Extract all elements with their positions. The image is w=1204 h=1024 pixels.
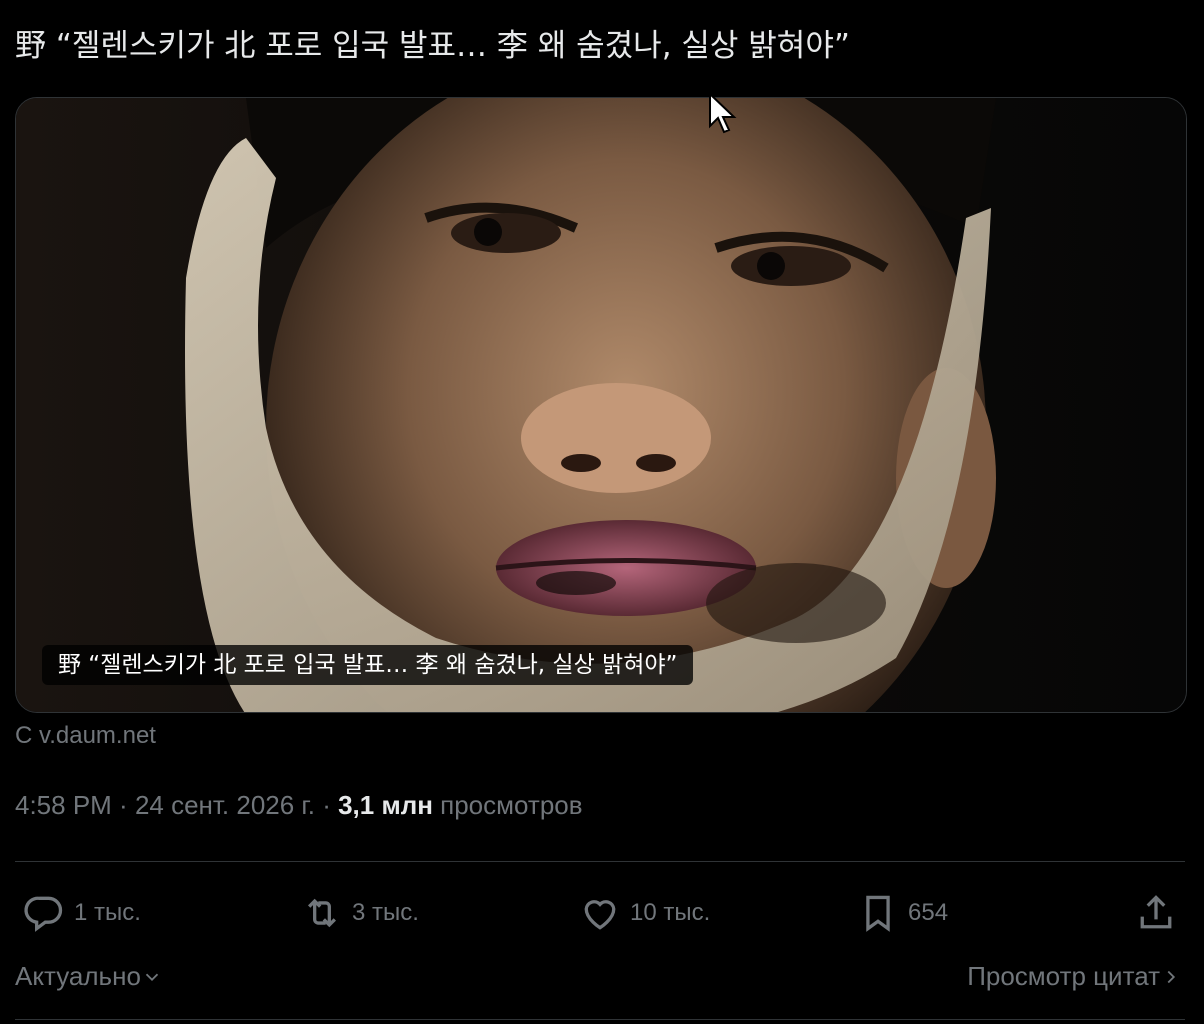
tweet-date[interactable]: 24 сент. 2026 г. xyxy=(135,790,315,820)
retweet-icon xyxy=(307,898,337,928)
tweet-meta: 4:58 PM · 24 сент. 2026 г. · 3,1 млн про… xyxy=(15,790,583,821)
link-card[interactable]: 野 “젤렌스키가 北 포로 입국 발표… 李 왜 숨겼나, 실상 밝혀야” xyxy=(15,97,1187,713)
reply-button[interactable]: 1 тыс. xyxy=(22,885,141,941)
card-caption: 野 “젤렌스키가 北 포로 입국 발표… 李 왜 숨겼나, 실상 밝혀야” xyxy=(42,645,694,685)
link-source[interactable]: С v.daum.net xyxy=(15,722,156,750)
share-button[interactable] xyxy=(1134,885,1186,941)
quotes-label: Просмотр цитат xyxy=(967,961,1160,991)
action-bar: 1 тыс. 3 тыс. 10 тыс. 654 xyxy=(0,885,1204,941)
card-photo xyxy=(16,98,1186,712)
reply-sort-dropdown[interactable]: Актуально xyxy=(15,961,163,992)
reply-count: 1 тыс. xyxy=(74,899,141,926)
divider xyxy=(15,1019,1185,1020)
meta-separator: · xyxy=(314,790,339,820)
tweet-headline: 野 “젤렌스키가 北 포로 입국 발표… 李 왜 숨겼나, 실상 밝혀야” xyxy=(15,28,850,64)
like-button[interactable]: 10 тыс. xyxy=(578,885,710,941)
share-icon xyxy=(1140,895,1172,929)
meta-separator: · xyxy=(111,790,135,820)
mouse-cursor-icon xyxy=(709,92,737,134)
retweet-count: 3 тыс. xyxy=(352,899,419,926)
divider xyxy=(15,861,1185,862)
view-quotes-link[interactable]: Просмотр цитат xyxy=(967,961,1182,992)
bookmark-button[interactable]: 654 xyxy=(856,885,948,941)
tweet-time[interactable]: 4:58 PM xyxy=(15,790,112,820)
chevron-right-icon xyxy=(1167,970,1176,983)
retweet-button[interactable]: 3 тыс. xyxy=(300,885,419,941)
views-label: просмотров xyxy=(432,790,583,820)
chevron-down-icon xyxy=(145,973,159,981)
like-icon xyxy=(584,900,616,930)
bookmark-icon xyxy=(866,895,890,932)
views-count: 3,1 млн xyxy=(338,790,433,820)
like-count: 10 тыс. xyxy=(630,899,711,926)
reply-icon xyxy=(24,896,63,932)
bookmark-count: 654 xyxy=(908,899,949,926)
sort-label: Актуально xyxy=(15,961,141,991)
